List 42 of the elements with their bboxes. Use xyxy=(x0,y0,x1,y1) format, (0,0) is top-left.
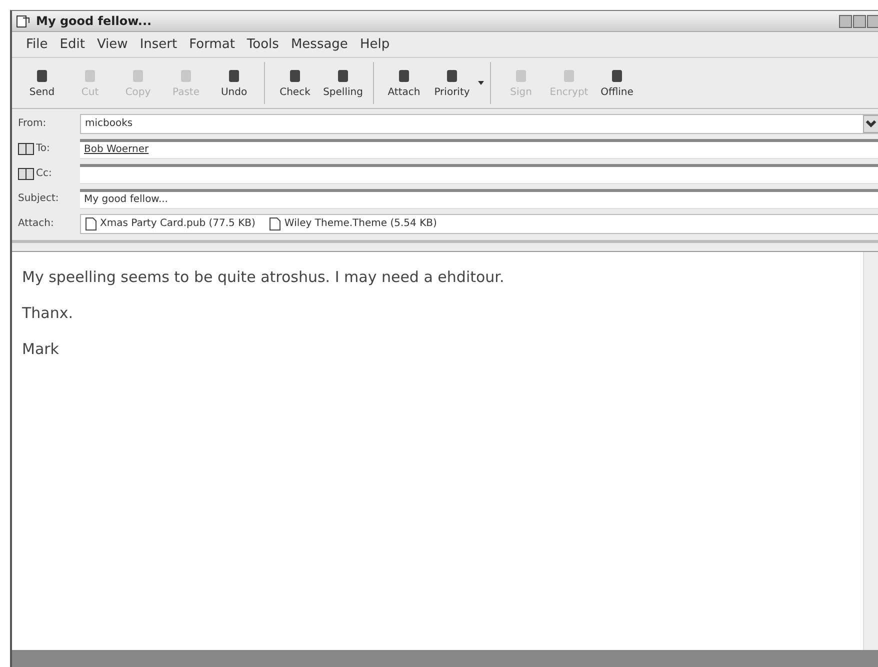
minimize-button[interactable] xyxy=(839,14,852,28)
toolbar-button[interactable]: Check xyxy=(271,68,319,98)
file-icon xyxy=(85,216,97,230)
body-paragraph: My speelling seems to be quite atroshus. I may need a ehditour. xyxy=(22,268,506,286)
scrollbar[interactable] xyxy=(863,252,878,650)
body-paragraph: Mark xyxy=(22,340,60,358)
menu-item[interactable]: Message xyxy=(286,36,352,53)
attachment-item[interactable]: Wiley Theme.Theme (5.54 KB) xyxy=(269,216,437,230)
from-dropdown[interactable]: micbooks xyxy=(80,114,878,134)
subject-field[interactable]: My good fellow... xyxy=(80,188,878,208)
body-paragraph: Thanx. xyxy=(22,304,74,322)
toolbar-button[interactable]: Spelling xyxy=(319,68,367,98)
dropdown-arrow-icon[interactable] xyxy=(478,81,484,85)
toolbar-button[interactable]: Attach xyxy=(380,68,428,98)
file-icon xyxy=(269,216,282,230)
chevron-down-icon xyxy=(863,114,878,132)
window-title: My good fellow... xyxy=(36,14,152,28)
close-button[interactable] xyxy=(867,14,878,28)
message-body[interactable]: My speelling seems to be quite atroshus. I may need a ehditour. Thanx. Mark xyxy=(12,251,878,650)
message-icon xyxy=(16,14,30,28)
menu-item[interactable]: Format xyxy=(185,36,239,53)
maximize-button[interactable] xyxy=(853,14,866,28)
toolbar-button[interactable]: Offline xyxy=(593,68,641,98)
menu-item[interactable]: Insert xyxy=(136,36,182,53)
menu-item[interactable]: Tools xyxy=(242,36,283,53)
toolbar-button[interactable]: Send xyxy=(18,68,66,98)
menu-item[interactable]: Help xyxy=(356,36,394,53)
toolbar-button[interactable]: Priority xyxy=(428,68,476,98)
attachment-item[interactable]: Xmas Party Card.pub (77.5 KB) xyxy=(85,216,256,230)
field-label: To: xyxy=(36,143,51,154)
toolbar-button[interactable]: Undo xyxy=(210,68,258,98)
menu-item[interactable]: View xyxy=(92,36,132,53)
address-book-icon[interactable] xyxy=(18,142,34,154)
field-label: Cc: xyxy=(36,168,53,179)
menu-item[interactable]: File xyxy=(22,36,52,53)
address-book-icon[interactable] xyxy=(18,168,34,180)
field-label: Subject: xyxy=(18,193,60,204)
menu-item[interactable]: Edit xyxy=(56,36,89,53)
field-label: Attach: xyxy=(18,218,55,229)
to-field[interactable]: Bob Woerner xyxy=(80,138,878,158)
cc-field[interactable] xyxy=(80,164,878,184)
field-label: From: xyxy=(18,118,48,129)
